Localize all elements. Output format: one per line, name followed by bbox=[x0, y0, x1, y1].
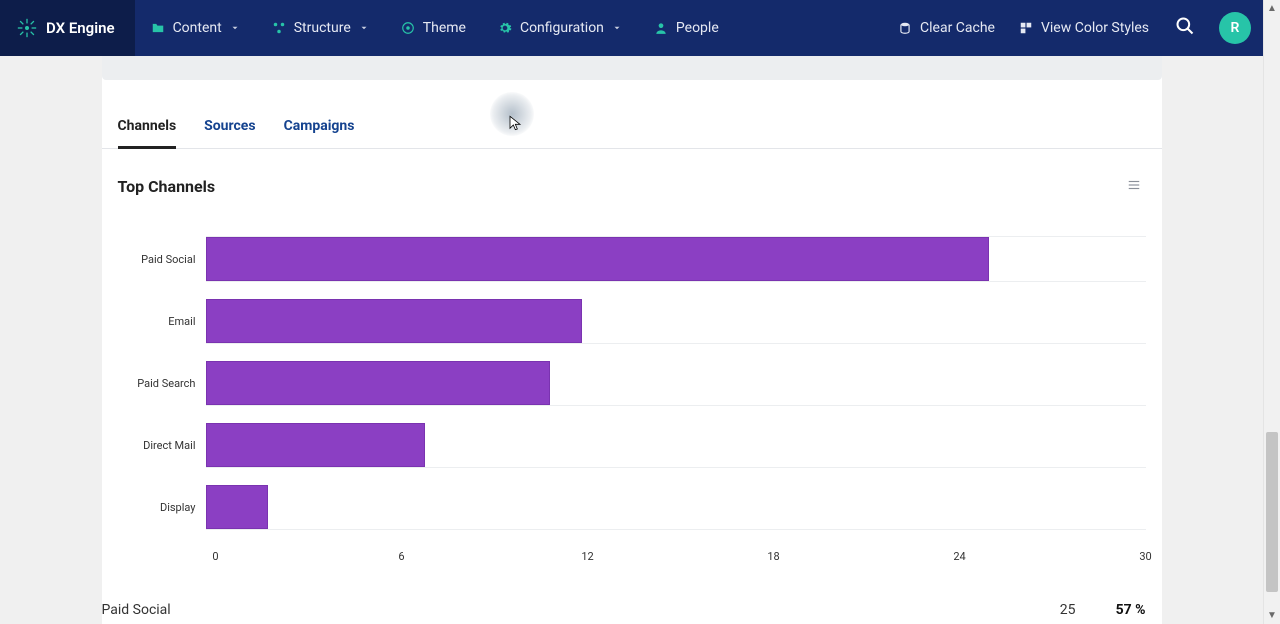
chart-bar-track bbox=[206, 422, 1146, 468]
chart-axis-tick: 24 bbox=[953, 550, 965, 563]
chevron-down-icon bbox=[612, 23, 622, 33]
nav-content[interactable]: Content bbox=[135, 0, 256, 56]
page-card: Channels Sources Campaigns Top Channels … bbox=[102, 56, 1162, 624]
tab-sources[interactable]: Sources bbox=[204, 108, 255, 148]
chart-axis-tick: 18 bbox=[767, 550, 779, 563]
summary-count: 25 bbox=[1006, 602, 1076, 618]
person-icon bbox=[654, 21, 668, 35]
nav-structure[interactable]: Structure bbox=[256, 0, 385, 56]
chart-bar-row: Paid Social bbox=[118, 228, 1146, 290]
nav-theme[interactable]: Theme bbox=[385, 0, 482, 56]
chart-bar-fill[interactable] bbox=[206, 485, 269, 529]
chart-bar-row: Display bbox=[118, 476, 1146, 538]
scrollbar-thumb[interactable] bbox=[1266, 432, 1278, 592]
chart-bar-label: Direct Mail bbox=[118, 439, 206, 452]
chart-bar-track bbox=[206, 298, 1146, 344]
chart-bar-label: Paid Social bbox=[118, 253, 206, 266]
nav-structure-label: Structure bbox=[294, 20, 351, 36]
scrollbar-track[interactable] bbox=[1264, 17, 1280, 607]
summary-row: Paid Social 25 57 % bbox=[102, 574, 1162, 624]
chart-axis-tick: 12 bbox=[581, 550, 593, 563]
summary-name: Paid Social bbox=[102, 602, 1006, 618]
card-header-spacer bbox=[102, 56, 1162, 80]
chart-bar-fill[interactable] bbox=[206, 361, 551, 405]
chart-bar-label: Paid Search bbox=[118, 377, 206, 390]
window-vertical-scrollbar[interactable]: ▲ ▼ bbox=[1263, 0, 1280, 624]
chevron-down-icon bbox=[230, 23, 240, 33]
tab-channels[interactable]: Channels bbox=[118, 108, 177, 149]
theme-icon bbox=[401, 21, 415, 35]
tab-campaigns[interactable]: Campaigns bbox=[284, 108, 355, 148]
chart-bar-row: Email bbox=[118, 290, 1146, 352]
section-title: Top Channels bbox=[118, 177, 216, 196]
chart-bar-track bbox=[206, 360, 1146, 406]
clear-cache-button[interactable]: Clear Cache bbox=[888, 0, 1005, 56]
chart-menu-button[interactable] bbox=[1122, 173, 1146, 200]
chart-axis-tick: 0 bbox=[212, 550, 218, 563]
right-nav: Clear Cache View Color Styles R bbox=[888, 0, 1263, 56]
top-navbar: DX Engine Content Structure Theme Config… bbox=[0, 0, 1263, 56]
top-channels-chart: Paid Social Email Paid Search Direct Mail Di… bbox=[102, 208, 1162, 574]
brand-name: DX Engine bbox=[46, 19, 115, 37]
swatch-icon bbox=[1019, 21, 1033, 35]
brand-logo-icon bbox=[16, 17, 38, 39]
view-color-styles-button[interactable]: View Color Styles bbox=[1009, 0, 1159, 56]
search-icon bbox=[1175, 16, 1195, 36]
gear-icon bbox=[498, 21, 512, 35]
structure-icon bbox=[272, 21, 286, 35]
nav-people[interactable]: People bbox=[638, 0, 735, 56]
chart-bar-track bbox=[206, 236, 1146, 282]
chart-x-axis: 0612182430 bbox=[216, 544, 1146, 562]
chart-axis-tick: 30 bbox=[1139, 550, 1151, 563]
chart-bar-row: Paid Search bbox=[118, 352, 1146, 414]
summary-pct: 57 % bbox=[1076, 602, 1146, 618]
folder-icon bbox=[151, 21, 165, 35]
avatar-initial: R bbox=[1231, 20, 1240, 36]
report-tabs: Channels Sources Campaigns bbox=[102, 108, 1162, 149]
brand[interactable]: DX Engine bbox=[0, 0, 135, 56]
chart-bar-label: Email bbox=[118, 315, 206, 328]
section-header: Top Channels bbox=[102, 149, 1162, 208]
search-button[interactable] bbox=[1163, 16, 1207, 40]
chart-bar-row: Direct Mail bbox=[118, 414, 1146, 476]
primary-nav: Content Structure Theme Configuration Pe… bbox=[135, 0, 735, 56]
nav-theme-label: Theme bbox=[423, 20, 466, 36]
nav-people-label: People bbox=[676, 20, 719, 36]
view-color-styles-label: View Color Styles bbox=[1041, 20, 1149, 36]
scrollbar-down-button[interactable]: ▼ bbox=[1264, 607, 1280, 624]
nav-configuration[interactable]: Configuration bbox=[482, 0, 638, 56]
chart-axis-tick: 6 bbox=[398, 550, 404, 563]
chart-bar-fill[interactable] bbox=[206, 423, 425, 467]
chart-bar-label: Display bbox=[118, 501, 206, 514]
chart-bar-fill[interactable] bbox=[206, 299, 582, 343]
nav-configuration-label: Configuration bbox=[520, 20, 604, 36]
scrollbar-up-button[interactable]: ▲ bbox=[1264, 0, 1280, 17]
user-avatar[interactable]: R bbox=[1219, 12, 1251, 44]
clear-cache-label: Clear Cache bbox=[920, 20, 995, 36]
chevron-down-icon bbox=[359, 23, 369, 33]
hamburger-icon bbox=[1126, 178, 1142, 192]
database-icon bbox=[898, 21, 912, 35]
content-scroll-area[interactable]: Channels Sources Campaigns Top Channels … bbox=[0, 56, 1263, 624]
chart-bar-fill[interactable] bbox=[206, 237, 989, 281]
nav-content-label: Content bbox=[173, 20, 222, 36]
chart-bar-track bbox=[206, 484, 1146, 530]
